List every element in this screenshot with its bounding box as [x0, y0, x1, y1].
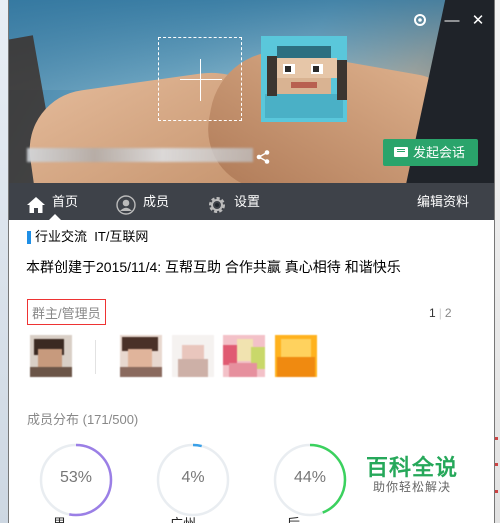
plus-icon: [180, 79, 222, 80]
gear-icon: [207, 192, 227, 213]
watermark-subtitle: 助你轻松解决: [373, 480, 452, 494]
settings-gear-button[interactable]: [411, 12, 429, 30]
tab-home[interactable]: 首页: [25, 183, 85, 220]
distribution-ring: 44%: [273, 443, 347, 517]
group-intro: 本群创建于2015/11/4: 互帮互助 合作共赢 真心相待 和谐快乐: [26, 259, 401, 275]
group-name-blurred: [27, 148, 253, 162]
pager-page-2[interactable]: 2: [445, 306, 452, 320]
admin-avatar[interactable]: [30, 335, 72, 377]
group-avatar[interactable]: [261, 36, 347, 122]
group-tags: 行业交流 IT/互联网: [25, 228, 148, 246]
upload-photo-button[interactable]: [158, 37, 242, 121]
admin-avatar[interactable]: [223, 335, 265, 377]
header-banner: — ✕ 发起会话: [9, 0, 494, 183]
ring-percent-label: 4%: [181, 469, 205, 486]
ring-caption: 广州: [170, 513, 196, 523]
edit-profile-link[interactable]: 编辑资料: [417, 183, 477, 220]
distribution-label: 成员分布 (171/500): [27, 412, 139, 427]
admin-avatar[interactable]: [275, 335, 317, 377]
ring-percent-label: 53%: [59, 469, 93, 486]
start-chat-label: 发起会话: [413, 145, 466, 160]
distribution-ring: 4%: [156, 443, 230, 517]
share-icon: [256, 150, 270, 164]
admins-pager: 1 | 2: [429, 306, 452, 320]
ring-percent-label: 44%: [293, 469, 327, 486]
tag-bar: [27, 231, 31, 244]
tab-home-label: 首页: [52, 194, 79, 209]
ring-caption: 后: [287, 513, 300, 523]
distribution-ring: 53%: [39, 443, 113, 517]
tab-members[interactable]: 成员: [116, 183, 176, 220]
chat-icon: [394, 147, 408, 157]
start-chat-button[interactable]: 发起会话: [383, 139, 478, 166]
desktop-background-left: [0, 0, 8, 523]
close-button[interactable]: ✕: [469, 12, 487, 30]
tab-bar: 首页 成员 设置 编辑资料: [9, 183, 494, 220]
tab-settings[interactable]: 设置: [207, 183, 267, 220]
home-icon: [26, 192, 46, 213]
tab-members-label: 成员: [143, 194, 170, 209]
admin-avatar[interactable]: [172, 335, 214, 377]
tab-settings-label: 设置: [234, 194, 261, 209]
admins-section-label: 群主/管理员: [27, 299, 106, 325]
gear-icon: [414, 14, 426, 26]
group-profile-window: — ✕ 发起会话 首页 成员 设置 编辑资料 行业交流 IT/互联网 本群创建于…: [8, 0, 495, 523]
member-icon: [116, 192, 136, 215]
share-button[interactable]: [255, 149, 271, 165]
divider: [95, 340, 96, 374]
ring-caption: 男: [53, 513, 66, 523]
minimize-button[interactable]: —: [443, 12, 461, 30]
admin-avatar[interactable]: [120, 335, 162, 377]
pager-page-1[interactable]: 1: [429, 306, 436, 320]
group-tags-text: 行业交流 IT/互联网: [35, 229, 149, 244]
